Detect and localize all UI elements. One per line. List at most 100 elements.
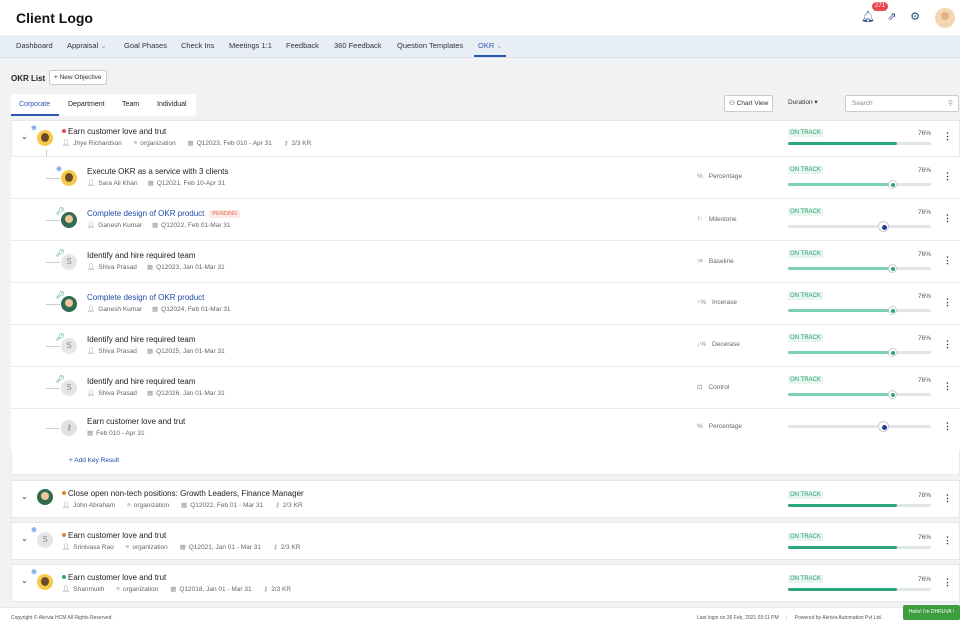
avatar: S (61, 254, 77, 270)
globe-icon: ⊕ (31, 125, 37, 132)
calendar-icon: ▦ (170, 586, 177, 593)
slider-handle (888, 264, 897, 273)
chart-view-button[interactable]: ⚇ Chart View (724, 95, 774, 112)
key-result-title[interactable]: Identify and hire required team (87, 251, 196, 260)
key-result-title[interactable]: Complete design of OKR product (87, 293, 204, 302)
nav-active-indicator (474, 55, 506, 57)
client-logo: Client Logo (16, 10, 93, 26)
objective-title[interactable]: Close open non-tech positions: Growth Le… (62, 489, 304, 498)
progress-slider[interactable] (788, 421, 931, 432)
person-icon: 👤︎ (87, 348, 96, 355)
list-icon: ≡ (127, 502, 131, 509)
globe-icon: ⊕ (56, 166, 62, 173)
user-avatar[interactable] (935, 8, 955, 28)
progress-percent: 76% (918, 167, 932, 174)
person-icon: 👤︎ (87, 390, 96, 397)
avatar: S (61, 380, 77, 396)
add-key-result-link[interactable]: + Add Key Result (69, 457, 119, 464)
key-result-meta: 👤︎ Sara Ali Khan ▦ Q12021, Feb 10-Apr 31 (87, 180, 226, 187)
duration-dropdown[interactable]: Duration ▾ (784, 95, 822, 112)
avatar (37, 489, 53, 505)
avatar (37, 130, 53, 146)
share-icon[interactable]: ⇗ (885, 10, 899, 24)
collapse-chevron-icon[interactable]: ⌄ (21, 132, 28, 141)
key-result-title[interactable]: Identify and hire required team (87, 335, 196, 344)
more-menu-icon[interactable]: ⋮ (943, 421, 952, 432)
expand-chevron-icon[interactable]: ⌄ (21, 492, 28, 501)
search-input[interactable]: Search ⚲ (845, 95, 959, 112)
gear-icon[interactable]: ⚙ (908, 10, 922, 24)
bell-icon[interactable]: 🔔︎ (861, 10, 875, 24)
avatar (61, 212, 77, 228)
more-menu-icon[interactable]: ⋮ (943, 297, 952, 308)
nav-okr[interactable]: OKR ⌄ (478, 41, 503, 50)
progress-slider[interactable] (788, 306, 931, 315)
objective-card (11, 522, 960, 560)
top-bar: Client Logo 🔔︎ 271 ⇗ ⚙ (0, 0, 960, 35)
milestone-slider[interactable] (788, 221, 931, 232)
key-result-meta: 👤︎ Ganesh Kumar ▦ Q12024, Feb 01-Mar 31 (87, 306, 231, 313)
tab-department[interactable]: Department (68, 101, 105, 108)
objective-title[interactable]: Earn customer love and trut (62, 531, 166, 540)
more-menu-icon[interactable]: ⋮ (943, 131, 952, 142)
more-menu-icon[interactable]: ⋮ (943, 255, 952, 266)
tree-branch (46, 220, 60, 221)
objective-card (11, 480, 960, 518)
more-menu-icon[interactable]: ⋮ (943, 171, 952, 182)
kr-type: % Percentage (697, 423, 743, 430)
key-icon: ⚷ (283, 140, 289, 147)
status-badge: ON TRACK (788, 376, 823, 384)
nav-meetings[interactable]: Meetings 1:1 (229, 41, 272, 50)
nav-feedback[interactable]: Feedback (286, 41, 319, 50)
progress-slider[interactable] (788, 180, 931, 189)
progress-slider[interactable] (788, 264, 931, 273)
progress-bar (788, 504, 931, 507)
calendar-icon: ▦ (151, 306, 159, 313)
more-menu-icon[interactable]: ⋮ (943, 535, 952, 546)
objective-meta: 👤︎ Shanmukh ≡ organization ▦ Q12018, Jan 01… (62, 586, 292, 593)
key-result-title[interactable]: Execute OKR as a service with 3 clients (87, 167, 228, 176)
person-icon: 👤︎ (87, 264, 96, 271)
calendar-icon: ▦ (181, 502, 188, 509)
status-badge: ON TRACK (788, 533, 823, 541)
nav-appraisal[interactable]: Appraisal ⌄ (67, 41, 107, 50)
more-menu-icon[interactable]: ⋮ (943, 493, 952, 504)
slider-handle (888, 306, 897, 315)
calendar-icon: ▦ (151, 222, 159, 229)
nav-question-templates[interactable]: Question Templates (397, 41, 463, 50)
tab-team[interactable]: Team (122, 101, 139, 108)
progress-slider[interactable] (788, 390, 931, 399)
key-result-title[interactable]: Complete design of OKR product PENDING (87, 209, 241, 218)
more-menu-icon[interactable]: ⋮ (943, 213, 952, 224)
new-objective-button[interactable]: + New Objective (49, 70, 107, 85)
progress-bar (788, 142, 931, 145)
nav-360-feedback[interactable]: 360 Feedback (334, 41, 382, 50)
expand-chevron-icon[interactable]: ⌄ (21, 534, 28, 543)
tree-branch (46, 388, 60, 389)
objective-title[interactable]: Earn customer love and trut (62, 573, 166, 582)
chat-assistant-button[interactable]: Hello! I'm DHRUVA ! (903, 605, 960, 620)
progress-slider[interactable] (788, 348, 931, 357)
key-result-title[interactable]: Earn customer love and trut (87, 417, 185, 426)
kr-type: ↑% Incerase (697, 299, 737, 306)
objective-title[interactable]: Earn customer love and trut (62, 127, 166, 136)
nav-check-ins[interactable]: Check Ins (181, 41, 214, 50)
key-result-row (11, 282, 960, 324)
more-menu-icon[interactable]: ⋮ (943, 577, 952, 588)
tab-corporate[interactable]: Corporate (19, 101, 50, 108)
decrease-icon: ↓% (697, 341, 707, 348)
key-result-row (11, 408, 960, 450)
more-menu-icon[interactable]: ⋮ (943, 339, 952, 350)
nav-dashboard[interactable]: Dashboard (16, 41, 53, 50)
status-badge: ON TRACK (788, 129, 823, 137)
expand-chevron-icon[interactable]: ⌄ (21, 576, 28, 585)
nav-goal-phases[interactable]: Goal Phases (124, 41, 167, 50)
person-icon: 👤︎ (87, 222, 96, 229)
status-badge: ON TRACK (788, 166, 823, 174)
caret-down-icon: ▾ (814, 99, 818, 106)
more-menu-icon[interactable]: ⋮ (943, 381, 952, 392)
key-result-title[interactable]: Identify and hire required team (87, 377, 196, 386)
calendar-icon: ▦ (146, 264, 154, 271)
tab-individual[interactable]: Individual (157, 101, 187, 108)
tree-branch (46, 346, 60, 347)
